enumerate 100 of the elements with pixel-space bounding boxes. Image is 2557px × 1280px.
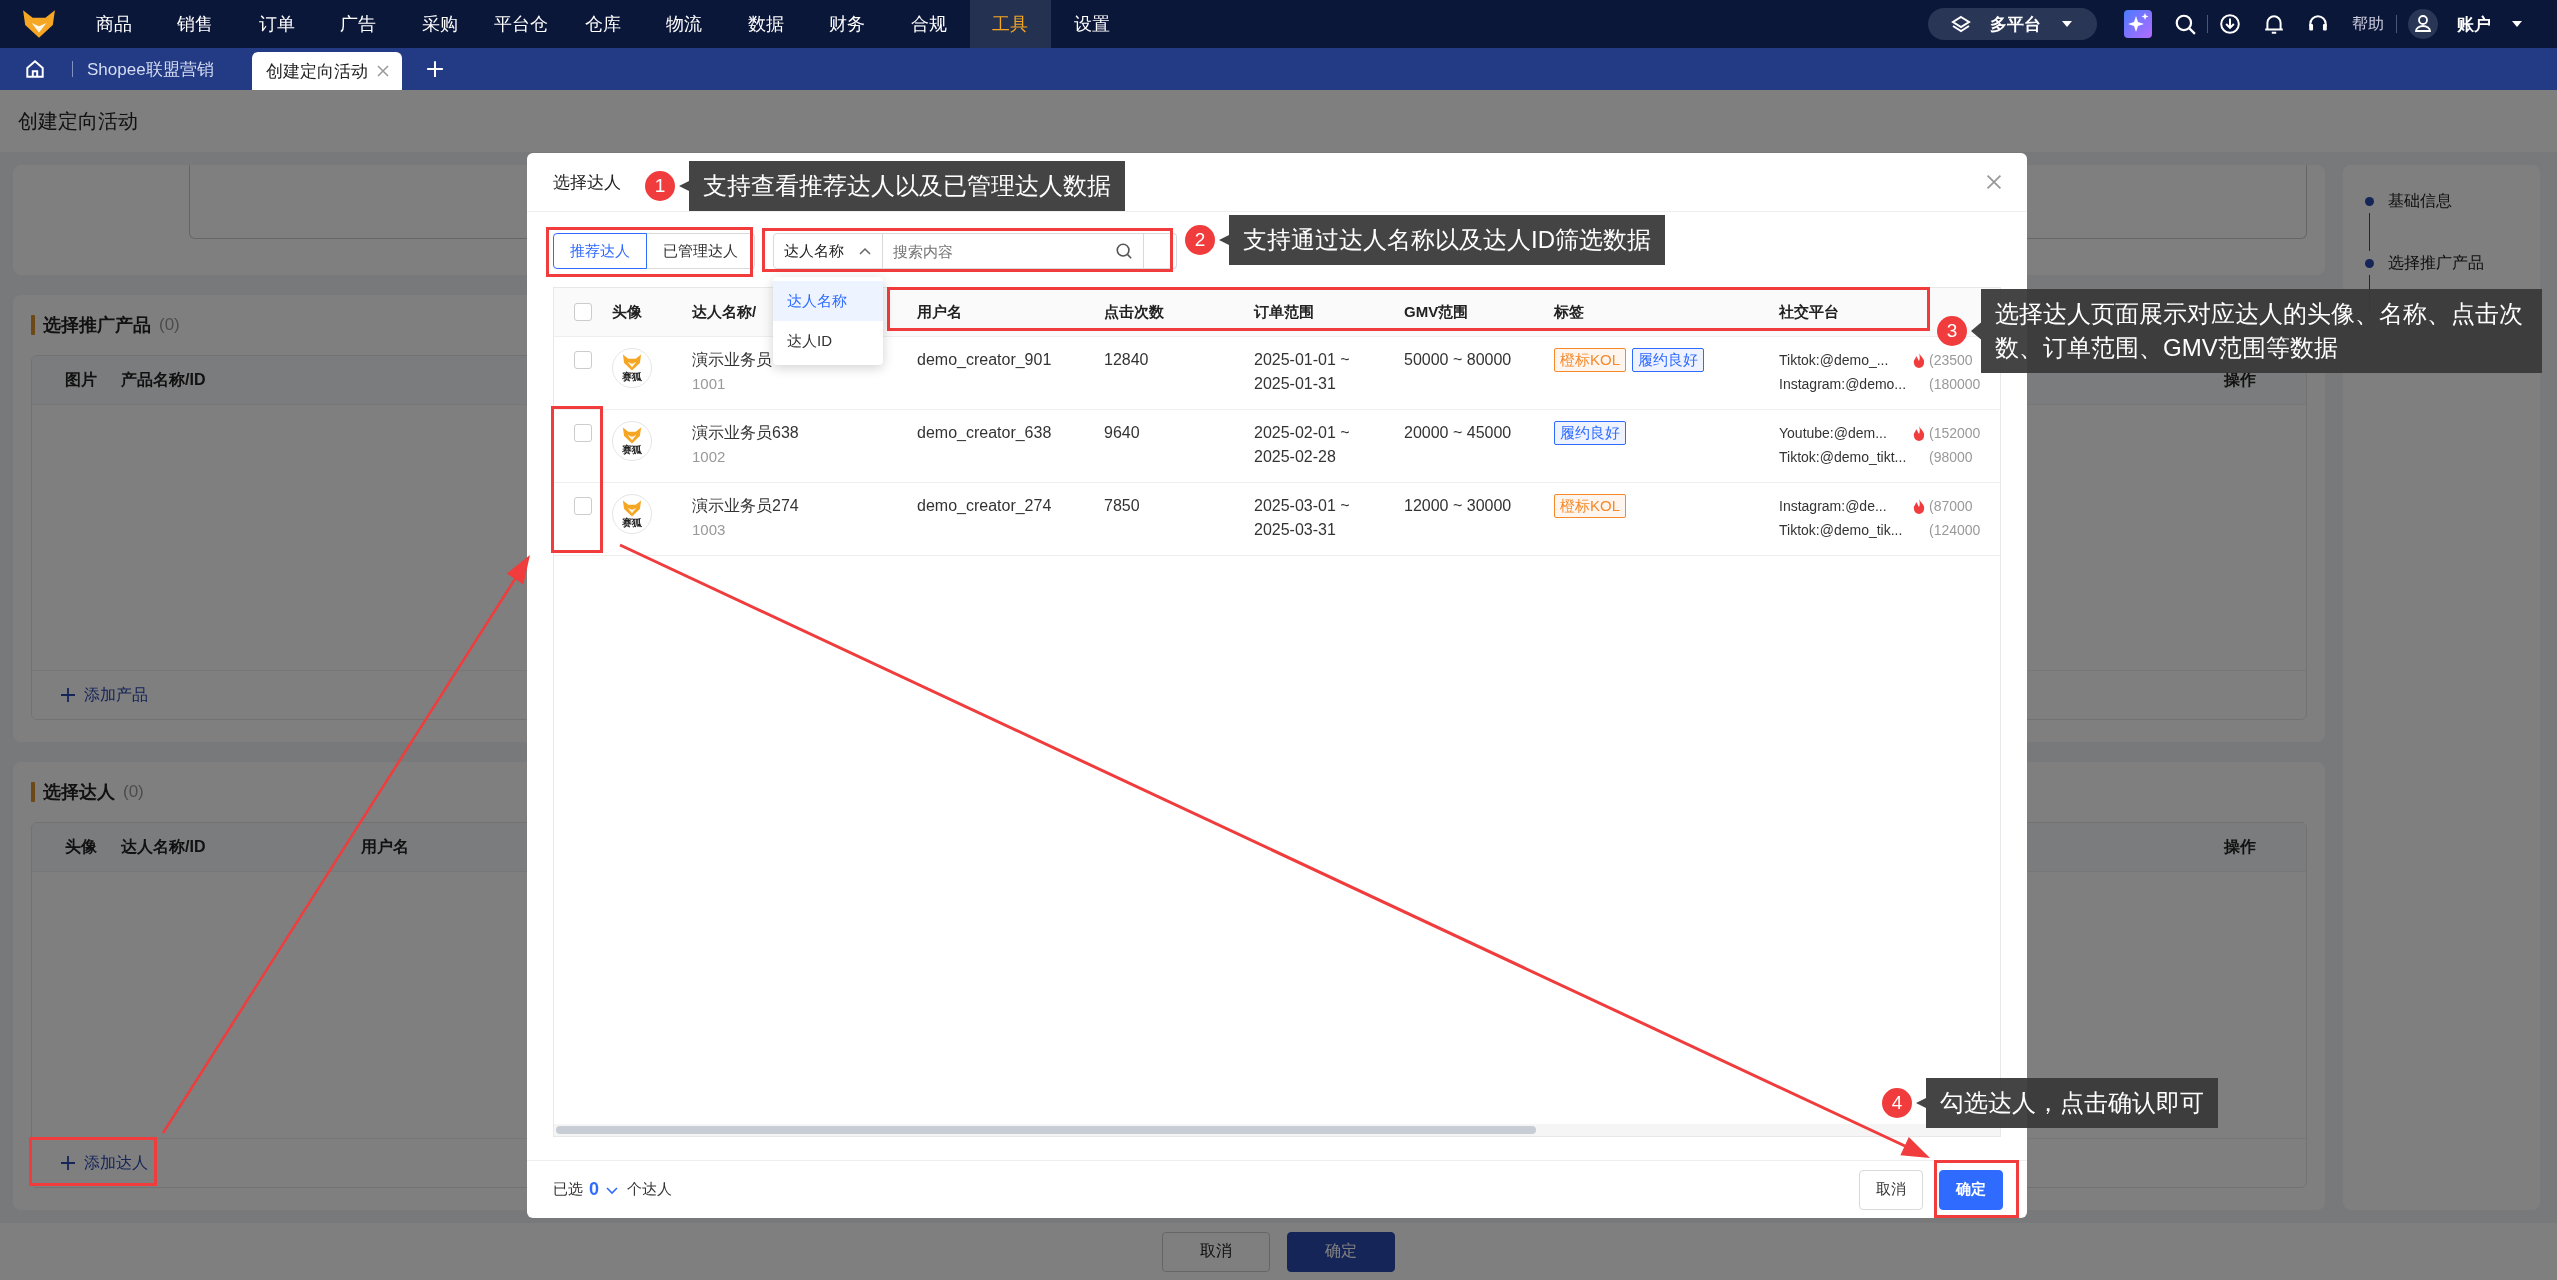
plus-icon[interactable] [425, 60, 444, 78]
flame-icon [1911, 425, 1927, 441]
creator-name: 演示业务员 [692, 350, 773, 370]
creator-name: 演示业务员274 [692, 496, 800, 516]
callout-text: 选择达人页面展示对应达人的头像、名称、点击次数、订单范围、GMV范围等数据 [1971, 289, 2542, 373]
column-header: 达人名称/ [692, 302, 758, 322]
confirm-button[interactable]: 确定 [1287, 1231, 1395, 1272]
table-cell-text: 9640 [1104, 423, 1141, 443]
help-link[interactable]: 帮助 [2352, 13, 2384, 35]
sparkle-icon[interactable] [2124, 10, 2152, 38]
table-cell-text: 12000 ~ 30000 [1404, 496, 1513, 516]
download-icon[interactable] [2219, 13, 2241, 35]
page-tab[interactable]: 创建定向活动 [251, 52, 402, 90]
column-header: GMV范围 [1404, 302, 1470, 322]
confirm-button[interactable]: 确定 [1939, 1169, 2003, 1210]
callout-text: 勾选达人，点击确认即可 [1916, 1078, 2218, 1128]
nav-menu-item[interactable]: 销售 [154, 0, 236, 48]
platform-switcher[interactable]: 多平台 [1928, 8, 2097, 40]
social-account: Tiktok:@demo_tik... [1779, 521, 1904, 540]
table-cell-text: 7850 [1104, 496, 1141, 516]
dialog-title: 选择达人 [553, 171, 621, 194]
home-icon[interactable] [24, 58, 46, 80]
title-accent-bar [31, 315, 35, 335]
table-cell-text: demo_creator_638 [917, 423, 1053, 443]
creator-id: 1003 [692, 520, 727, 540]
checkbox[interactable] [574, 497, 592, 515]
column-header: 产品名称/ID [121, 369, 207, 390]
nav-menu-item[interactable]: 商品 [73, 0, 155, 48]
filter-tab[interactable]: 推荐达人 [553, 233, 647, 269]
scrollbar-thumb[interactable] [556, 1126, 1536, 1134]
avatar-label: 赛狐 [622, 517, 642, 528]
search-field[interactable]: 搜索内容 [883, 242, 1115, 260]
column-header: 点击次数 [1104, 302, 1165, 322]
account-menu[interactable]: 账户 [2457, 12, 2491, 36]
column-header: 用户名 [917, 302, 963, 322]
add-creator-button[interactable]: 添加达人 [52, 1148, 156, 1178]
nav-menu-item[interactable]: 仓库 [562, 0, 644, 48]
follower-count: (98000 [1929, 448, 1973, 467]
search-icon[interactable] [2174, 13, 2196, 35]
page-title: 创建定向活动 [18, 108, 138, 134]
checkbox[interactable] [574, 351, 592, 369]
search-icon[interactable] [1115, 242, 1133, 260]
creator-id: 1001 [692, 374, 727, 394]
step-link[interactable]: 选择推广产品 [2388, 252, 2484, 274]
close-icon[interactable] [375, 64, 390, 78]
selected-count: 0 [589, 1179, 599, 1200]
nav-menu-item[interactable]: 广告 [317, 0, 399, 48]
table-cell-text: 50000 ~ 80000 [1404, 350, 1513, 370]
close-icon[interactable] [1985, 173, 2003, 191]
fox-logo-icon [622, 354, 642, 371]
social-account: Tiktok:@demo_... [1779, 351, 1890, 370]
table-cell-text: demo_creator_901 [917, 350, 1053, 370]
table-cell-text: 12840 [1104, 350, 1150, 370]
column-header: 标签 [1554, 302, 1585, 322]
social-account: Instagram:@de... [1779, 497, 1888, 516]
fox-logo-icon [622, 427, 642, 444]
nav-menu-item[interactable]: 财务 [806, 0, 888, 48]
column-header: 用户名 [361, 836, 410, 857]
nav-menu-item[interactable]: 合规 [888, 0, 970, 48]
title-accent-bar [31, 782, 35, 802]
cancel-button[interactable]: 取消 [1162, 1231, 1270, 1272]
page-tab[interactable]: Shopee联盟营销 [87, 57, 214, 81]
column-header: 头像 [65, 836, 98, 857]
cancel-button[interactable]: 取消 [1859, 1169, 1923, 1210]
nav-menu-item[interactable]: 物流 [643, 0, 725, 48]
user-avatar-icon[interactable] [2408, 9, 2438, 39]
creator-name: 演示业务员638 [692, 423, 800, 443]
creator-id: 1002 [692, 447, 727, 467]
selected-unit: 个达人 [627, 1180, 672, 1199]
nav-menu-item[interactable]: 采购 [399, 0, 481, 48]
nav-menu-item[interactable]: 订单 [236, 0, 318, 48]
checkbox[interactable] [574, 424, 592, 442]
dropdown-option[interactable]: 达人名称 [773, 281, 883, 321]
plus-icon [60, 687, 76, 703]
checkbox[interactable] [574, 303, 592, 321]
plus-icon [60, 1155, 76, 1171]
selected-label: 已选 [553, 1180, 583, 1199]
add-product-button[interactable]: 添加产品 [52, 680, 156, 710]
follower-count: (124000 [1929, 521, 1981, 540]
tag-label: 履约良好 [1554, 421, 1626, 445]
nav-menu-item[interactable]: 数据 [725, 0, 807, 48]
nav-menu-item[interactable]: 工具 [969, 0, 1051, 48]
fox-logo-icon[interactable] [22, 9, 56, 39]
filter-tab[interactable]: 已管理达人 [646, 233, 755, 269]
step-dot [2365, 196, 2374, 206]
column-header: 操作 [2224, 836, 2256, 857]
avatar-label: 赛狐 [622, 371, 642, 382]
tag-label: 橙标KOL [1554, 348, 1626, 372]
follower-count: (23500 [1929, 351, 1973, 370]
tag-label: 履约良好 [1632, 348, 1704, 372]
column-header: 达人名称/ID [121, 836, 207, 857]
social-account: Youtube:@dem... [1779, 424, 1888, 443]
column-header: 头像 [612, 302, 643, 322]
flame-icon [1911, 352, 1927, 368]
table-cell-text: 2025-03-01 ~ 2025-03-31 [1254, 496, 1351, 540]
bell-icon[interactable] [2263, 13, 2285, 35]
step-link[interactable]: 基础信息 [2388, 190, 2452, 212]
nav-menu-item[interactable]: 平台仓 [480, 0, 562, 48]
callout-text: 支持查看推荐达人以及已管理达人数据 [679, 161, 1125, 211]
nav-menu-item[interactable]: 设置 [1051, 0, 1133, 48]
